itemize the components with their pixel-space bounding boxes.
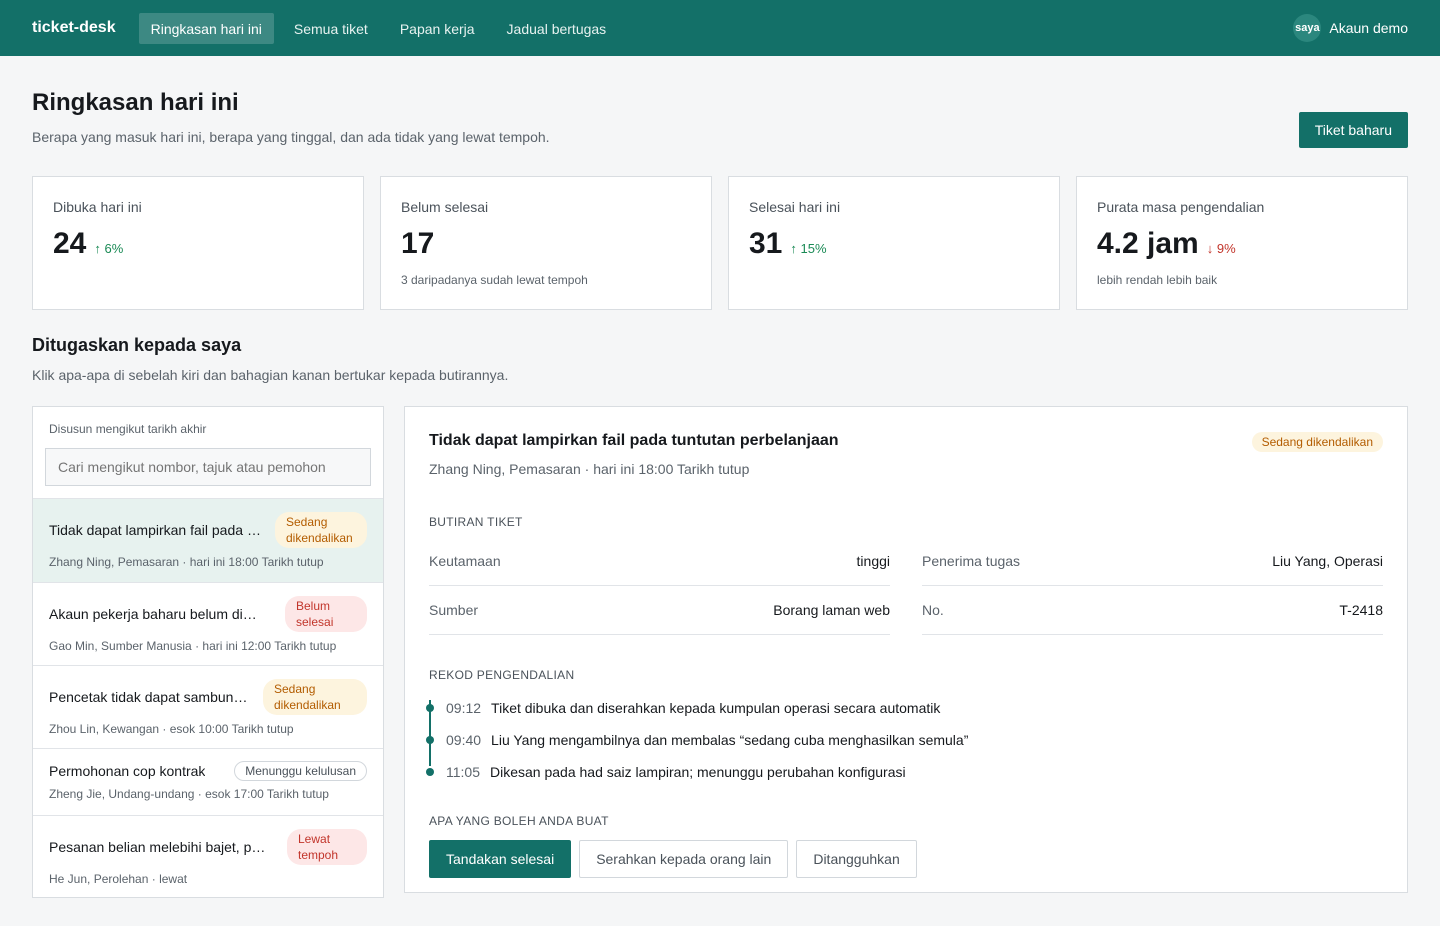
- timeline-entry: 09:40 Liu Yang mengambilnya dan membalas…: [426, 724, 1383, 756]
- status-badge: Sedang dikendalikan: [275, 512, 367, 548]
- timeline-dot: [426, 736, 434, 744]
- page-title: Ringkasan hari ini: [32, 89, 239, 116]
- field-priority: Keutamaan tinggi: [429, 537, 890, 586]
- stat-value: 4.2 jam: [1097, 227, 1199, 260]
- stat-delta-up: ↑ 6%: [94, 241, 124, 256]
- postpone-button[interactable]: Ditangguhkan: [796, 840, 917, 878]
- account-name: Akaun demo: [1329, 20, 1408, 36]
- timeline-dot: [426, 704, 434, 712]
- details-caption: BUTIRAN TIKET: [429, 515, 523, 529]
- status-badge: Menunggu kelulusan: [234, 761, 367, 781]
- ticket-meta: Zhang Ning, Pemasaran · hari ini 18:00 T…: [49, 555, 324, 569]
- ticket-title: Pencetak tidak dapat sambung ke rangkaia…: [49, 689, 249, 705]
- stat-note: 3 daripadanya sudah lewat tempoh: [401, 273, 588, 287]
- ticket-meta: Zhou Lin, Kewangan · esok 10:00 Tarikh t…: [49, 722, 294, 736]
- reassign-button[interactable]: Serahkan kepada orang lain: [579, 840, 789, 878]
- ticket-title: Tidak dapat lampirkan fail pada tuntutan…: [49, 522, 263, 538]
- field-source: Sumber Borang laman web: [429, 586, 890, 635]
- account-menu[interactable]: saya Akaun demo: [1293, 14, 1408, 42]
- timeline-time: 11:05: [446, 764, 480, 780]
- stats-row: Dibuka hari ini 24 ↑ 6% Belum selesai 17…: [32, 176, 1408, 310]
- timeline-time: 09:12: [446, 700, 482, 716]
- stat-card-unresolved: Belum selesai 17 3 daripadanya sudah lew…: [380, 176, 712, 310]
- ticket-detail-panel: Tidak dapat lampirkan fail pada tuntutan…: [404, 406, 1408, 893]
- field-value: tinggi: [856, 553, 890, 569]
- stat-value: 31: [749, 227, 783, 260]
- stat-label: Belum selesai: [401, 199, 489, 215]
- field-key: No.: [922, 602, 944, 618]
- timeline-text: Dikesan pada had saiz lampiran; menunggu…: [490, 764, 906, 780]
- ticket-list-item-selected[interactable]: Tidak dapat lampirkan fail pada tuntutan…: [33, 498, 383, 582]
- ticket-title: Permohonan cop kontrak: [49, 763, 206, 779]
- ticket-list-item[interactable]: Permohonan cop kontrak Menunggu kelulusa…: [33, 748, 383, 815]
- field-key: Penerima tugas: [922, 553, 1021, 569]
- page-header: Ringkasan hari ini Berapa yang masuk har…: [32, 56, 1408, 148]
- log-caption: REKOD PENGENDALIAN: [429, 668, 575, 682]
- ticket-meta: Zheng Jie, Undang-undang · esok 17:00 Ta…: [49, 787, 329, 801]
- stat-label: Dibuka hari ini: [53, 199, 142, 215]
- top-navbar: ticket-desk Ringkasan hari ini Semua tik…: [0, 0, 1440, 56]
- detail-subtitle: Zhang Ning, Pemasaran · hari ini 18:00 T…: [429, 461, 750, 477]
- stat-label: Selesai hari ini: [749, 199, 841, 215]
- ticket-title: Akaun pekerja baharu belum diaktifkan: [49, 606, 259, 622]
- timeline-entry: 09:12 Tiket dibuka dan diserahkan kepada…: [426, 692, 1383, 724]
- ticket-search-input[interactable]: [45, 448, 371, 486]
- nav-all-tickets[interactable]: Semua tiket: [282, 13, 380, 44]
- new-ticket-button[interactable]: Tiket baharu: [1298, 112, 1408, 148]
- stat-note: lebih rendah lebih baik: [1097, 273, 1218, 287]
- ticket-list-item[interactable]: Akaun pekerja baharu belum diaktifkan Be…: [33, 582, 383, 665]
- timeline-text: Tiket dibuka dan diserahkan kepada kumpu…: [491, 700, 941, 716]
- brand-logo[interactable]: ticket-desk: [32, 19, 116, 37]
- sort-label: Disusun mengikut tarikh akhir: [49, 422, 207, 436]
- field-value: Liu Yang, Operasi: [1272, 553, 1383, 569]
- nav-duty-schedule[interactable]: Jadual bertugas: [495, 13, 619, 44]
- ticket-meta: He Jun, Perolehan · lewat: [49, 872, 188, 886]
- stat-card-opened-today: Dibuka hari ini 24 ↑ 6%: [32, 176, 364, 310]
- stat-card-resolved-today: Selesai hari ini 31 ↑ 15%: [728, 176, 1060, 310]
- ticket-meta: Gao Min, Sumber Manusia · hari ini 12:00…: [49, 639, 337, 653]
- field-key: Keutamaan: [429, 553, 501, 569]
- ticket-title: Pesanan belian melebihi bajet, perlu sem…: [49, 839, 269, 855]
- field-value: Borang laman web: [773, 602, 890, 618]
- detail-status-badge: Sedang dikendalikan: [1251, 432, 1383, 452]
- assigned-section-subtitle: Klik apa-apa di sebelah kiri dan bahagia…: [32, 367, 509, 383]
- timeline-time: 09:40: [446, 732, 482, 748]
- mark-done-button[interactable]: Tandakan selesai: [429, 840, 572, 878]
- main-content: Ringkasan hari ini Berapa yang masuk har…: [0, 56, 1440, 898]
- timeline-text: Liu Yang mengambilnya dan membalas “seda…: [491, 732, 969, 748]
- action-buttons: Tandakan selesai Serahkan kepada orang l…: [429, 840, 1383, 878]
- handling-timeline: 09:12 Tiket dibuka dan diserahkan kepada…: [426, 692, 1383, 788]
- timeline-dot: [426, 768, 434, 776]
- field-value: T-2418: [1339, 602, 1383, 618]
- assigned-section-title: Ditugaskan kepada saya: [32, 335, 242, 355]
- status-badge: Sedang dikendalikan: [263, 679, 367, 715]
- actions-caption: APA YANG BOLEH ANDA BUAT: [429, 814, 609, 828]
- stat-value: 24: [53, 227, 87, 260]
- field-key: Sumber: [429, 602, 479, 618]
- avatar: saya: [1293, 14, 1322, 42]
- stat-label: Purata masa pengendalian: [1097, 199, 1265, 215]
- detail-fields: Keutamaan tinggi Sumber Borang laman web…: [429, 537, 1383, 635]
- stat-card-avg-handling-time: Purata masa pengendalian 4.2 jam ↓ 9% le…: [1076, 176, 1408, 310]
- status-badge: Belum selesai: [285, 596, 367, 632]
- status-badge: Lewat tempoh: [287, 829, 367, 865]
- nav-today-summary[interactable]: Ringkasan hari ini: [138, 12, 274, 44]
- main-nav: Ringkasan hari ini Semua tiket Papan ker…: [138, 12, 623, 44]
- ticket-list-panel: Disusun mengikut tarikh akhir Tidak dapa…: [32, 406, 384, 898]
- detail-title: Tidak dapat lampirkan fail pada tuntutan…: [429, 432, 839, 449]
- nav-work-board[interactable]: Papan kerja: [388, 13, 487, 44]
- field-ticket-number: No. T-2418: [922, 586, 1383, 635]
- field-assignee: Penerima tugas Liu Yang, Operasi: [922, 537, 1383, 586]
- stat-delta-up: ↑ 15%: [790, 241, 827, 256]
- assigned-workspace: Disusun mengikut tarikh akhir Tidak dapa…: [32, 406, 1408, 898]
- ticket-list-item[interactable]: Pencetak tidak dapat sambung ke rangkaia…: [33, 665, 383, 748]
- timeline-entry: 11:05 Dikesan pada had saiz lampiran; me…: [426, 756, 1383, 788]
- ticket-list-item[interactable]: Pesanan belian melebihi bajet, perlu sem…: [33, 815, 383, 896]
- page-subtitle: Berapa yang masuk hari ini, berapa yang …: [32, 129, 550, 145]
- stat-value: 17: [401, 227, 435, 260]
- stat-delta-down: ↓ 9%: [1206, 241, 1236, 256]
